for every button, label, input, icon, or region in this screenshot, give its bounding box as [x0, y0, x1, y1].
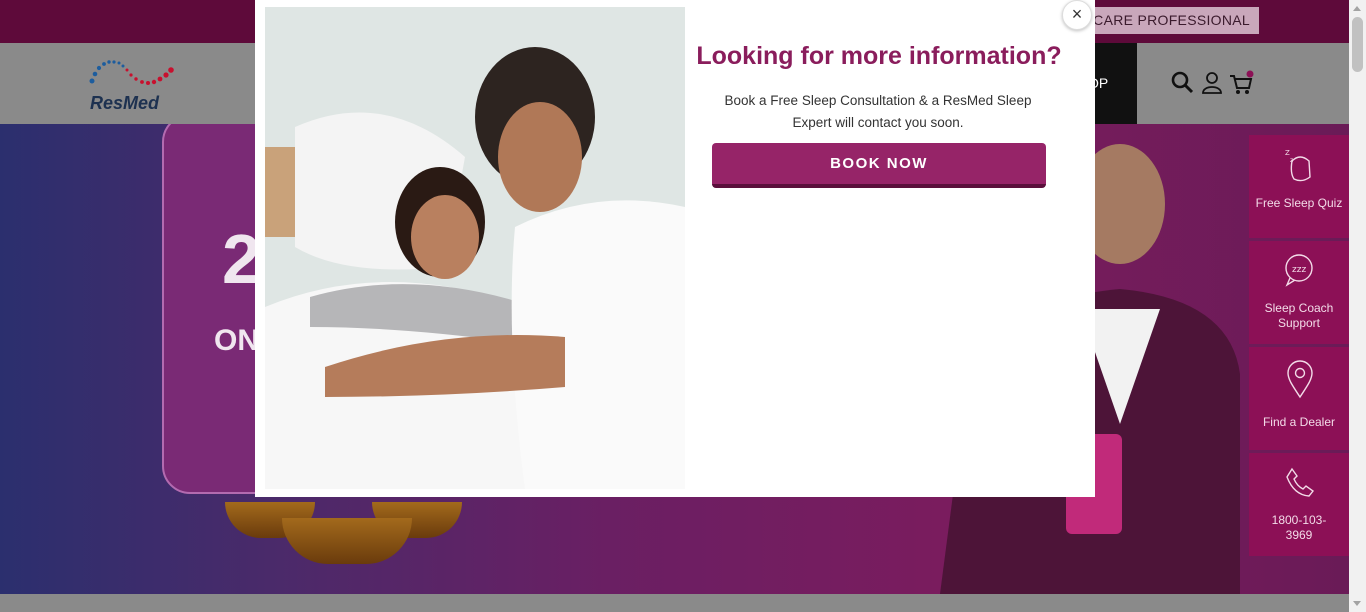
scrollbar[interactable] [1349, 0, 1366, 612]
scroll-down-arrow-icon[interactable] [1353, 601, 1361, 606]
close-button[interactable]: × [1062, 0, 1092, 30]
scroll-thumb[interactable] [1352, 17, 1363, 72]
modal-subtitle: Book a Free Sleep Consultation & a ResMe… [724, 93, 1032, 130]
book-now-button[interactable]: BOOK NOW [712, 143, 1046, 188]
scroll-up-arrow-icon[interactable] [1353, 6, 1361, 11]
page: THCARE PROFESSIONAL ResMed OP 2 ON Z z F… [0, 0, 1349, 612]
modal-title: Looking for more information? [696, 42, 1062, 70]
couple-photo [265, 7, 685, 489]
info-modal: × Looking for more information? Book a F… [255, 0, 1095, 497]
